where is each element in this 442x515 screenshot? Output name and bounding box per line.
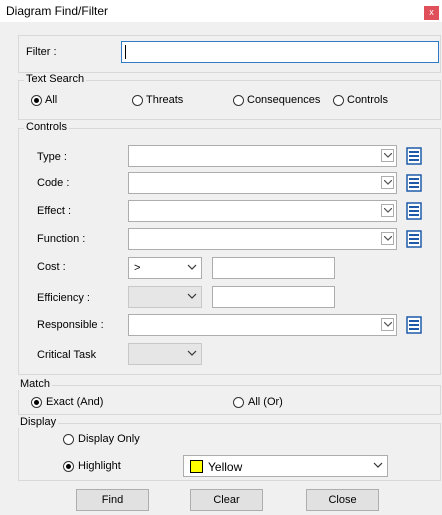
close-button[interactable]: Close	[306, 489, 379, 511]
list-picker-icon[interactable]	[405, 147, 423, 165]
list-picker-icon[interactable]	[405, 230, 423, 248]
effect-label: Effect :	[37, 205, 72, 217]
efficiency-value-input[interactable]	[212, 286, 335, 308]
radio-all-or-label[interactable]: All (Or)	[248, 396, 283, 408]
text-cursor	[125, 45, 126, 59]
text-search-legend: Text Search	[24, 73, 87, 85]
radio-all-label[interactable]: All	[45, 94, 57, 106]
efficiency-operator-select[interactable]	[128, 286, 202, 308]
type-dropdown[interactable]	[128, 145, 397, 167]
radio-highlight-label[interactable]: Highlight	[78, 460, 121, 472]
cost-operator-select[interactable]: >	[128, 257, 202, 279]
display-legend: Display	[18, 416, 59, 428]
radio-threats[interactable]	[132, 95, 143, 106]
critical-task-label: Critical Task	[37, 349, 97, 361]
filter-input[interactable]	[121, 41, 439, 63]
radio-all-or[interactable]	[233, 397, 244, 408]
radio-display-only[interactable]	[63, 434, 74, 445]
radio-consequences[interactable]	[233, 95, 244, 106]
responsible-label: Responsible :	[37, 319, 104, 331]
function-label: Function :	[37, 233, 86, 245]
cost-value-input[interactable]	[212, 257, 335, 279]
highlight-color-name: Yellow	[208, 460, 243, 474]
radio-exact-and-label[interactable]: Exact (And)	[46, 396, 103, 408]
list-picker-icon[interactable]	[405, 316, 423, 334]
code-label: Code :	[37, 177, 70, 189]
highlight-color-select[interactable]: Yellow	[183, 455, 388, 477]
chevron-down-icon	[381, 204, 394, 217]
radio-all[interactable]	[31, 95, 42, 106]
window-title: Diagram Find/Filter	[6, 4, 109, 18]
cost-label: Cost :	[37, 261, 66, 273]
chevron-down-icon	[381, 149, 394, 162]
radio-controls-label[interactable]: Controls	[347, 94, 388, 106]
radio-display-only-label[interactable]: Display Only	[78, 433, 140, 445]
chevron-down-icon	[187, 293, 197, 299]
chevron-down-icon	[187, 264, 197, 270]
effect-dropdown[interactable]	[128, 200, 397, 222]
clear-button[interactable]: Clear	[190, 489, 263, 511]
radio-threats-label[interactable]: Threats	[146, 94, 183, 106]
list-picker-icon[interactable]	[405, 174, 423, 192]
chevron-down-icon	[373, 462, 383, 468]
chevron-down-icon	[187, 350, 197, 356]
radio-controls[interactable]	[333, 95, 344, 106]
radio-highlight[interactable]	[63, 461, 74, 472]
controls-legend: Controls	[24, 121, 69, 133]
radio-exact-and[interactable]	[31, 397, 42, 408]
filter-label: Filter :	[26, 46, 57, 58]
efficiency-label: Efficiency :	[37, 292, 90, 304]
match-legend: Match	[18, 378, 52, 390]
code-dropdown[interactable]	[128, 172, 397, 194]
responsible-dropdown[interactable]	[128, 314, 397, 336]
close-icon[interactable]: x	[424, 6, 439, 20]
radio-consequences-label[interactable]: Consequences	[247, 94, 320, 106]
critical-task-select[interactable]	[128, 343, 202, 365]
find-button[interactable]: Find	[76, 489, 149, 511]
chevron-down-icon	[381, 318, 394, 331]
function-dropdown[interactable]	[128, 228, 397, 250]
type-label: Type :	[37, 151, 67, 163]
chevron-down-icon	[381, 176, 394, 189]
yellow-color-swatch	[190, 460, 203, 473]
chevron-down-icon	[381, 232, 394, 245]
list-picker-icon[interactable]	[405, 202, 423, 220]
cost-operator-value: >	[134, 262, 141, 274]
